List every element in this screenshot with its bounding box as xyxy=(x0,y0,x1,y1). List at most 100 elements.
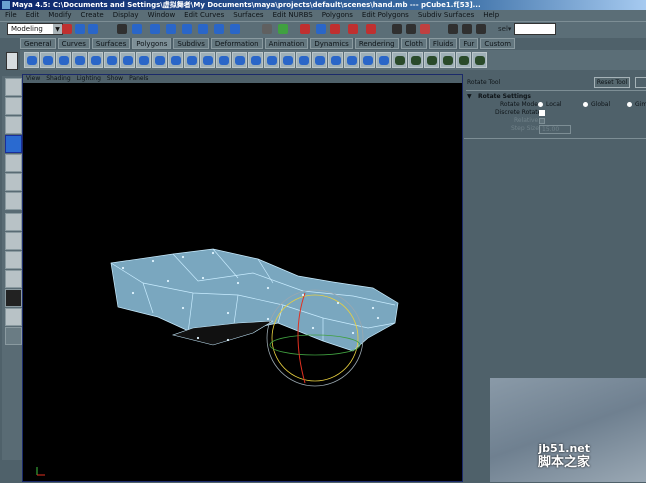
status-line-tool-icon[interactable] xyxy=(62,24,72,34)
shelf-polygon-tool-icon[interactable] xyxy=(440,52,455,68)
status-line-tool-icon[interactable] xyxy=(278,24,288,34)
four-view-layout-icon[interactable] xyxy=(5,232,22,250)
tab-dynamics[interactable]: Dynamics xyxy=(310,38,353,49)
last-tool-icon[interactable] xyxy=(5,192,22,210)
tab-general[interactable]: General xyxy=(20,38,56,49)
shelf-polygon-tool-icon[interactable] xyxy=(120,52,135,68)
status-line-tool-icon[interactable] xyxy=(330,24,340,34)
tab-polygons[interactable]: Polygons xyxy=(132,38,172,49)
manipulator-tool-icon[interactable] xyxy=(5,173,22,191)
status-line-tool-icon[interactable] xyxy=(230,24,240,34)
menu-edit-curves[interactable]: Edit Curves xyxy=(184,10,224,21)
outliner-layout-icon[interactable] xyxy=(5,251,22,269)
status-line-tool-icon[interactable] xyxy=(476,24,486,34)
tab-fur[interactable]: Fur xyxy=(459,38,479,49)
panel-menu-panels[interactable]: Panels xyxy=(129,75,148,83)
tab-rendering[interactable]: Rendering xyxy=(354,38,399,49)
discrete-rotate-checkbox[interactable] xyxy=(539,110,545,116)
shelf-polygon-tool-icon[interactable] xyxy=(344,52,359,68)
shelf-polygon-tool-icon[interactable] xyxy=(328,52,343,68)
selection-field-label[interactable]: sel▾ xyxy=(498,24,511,34)
status-line-tool-icon[interactable] xyxy=(88,24,98,34)
persp-graph-layout-icon[interactable] xyxy=(5,270,22,288)
shelf-polygon-tool-icon[interactable] xyxy=(40,52,55,68)
menu-edit[interactable]: Edit xyxy=(26,10,40,21)
single-perspective-layout-icon[interactable] xyxy=(5,213,22,231)
menu-help[interactable]: Help xyxy=(483,10,499,21)
shelf-polygon-tool-icon[interactable] xyxy=(296,52,311,68)
shelf-polygon-tool-icon[interactable] xyxy=(152,52,167,68)
tab-curves[interactable]: Curves xyxy=(57,38,90,49)
status-line-tool-icon[interactable] xyxy=(182,24,192,34)
shelf-polygon-tool-icon[interactable] xyxy=(472,52,487,68)
status-line-tool-icon[interactable] xyxy=(117,24,127,34)
collapse-arrow-icon[interactable]: ▼ xyxy=(467,93,472,101)
panel-menu-lighting[interactable]: Lighting xyxy=(77,75,101,83)
radio-global[interactable] xyxy=(583,102,588,107)
shelf-polygon-tool-icon[interactable] xyxy=(184,52,199,68)
status-line-tool-icon[interactable] xyxy=(462,24,472,34)
shelf-polygon-tool-icon[interactable] xyxy=(456,52,471,68)
status-line-tool-icon[interactable] xyxy=(366,24,376,34)
move-tool-icon[interactable] xyxy=(5,116,22,134)
panel-menu-shading[interactable]: Shading xyxy=(46,75,70,83)
status-line-tool-icon[interactable] xyxy=(420,24,430,34)
status-line-tool-icon[interactable] xyxy=(214,24,224,34)
status-line-tool-icon[interactable] xyxy=(132,24,142,34)
more-layouts-icon[interactable] xyxy=(5,327,22,345)
status-line-tool-icon[interactable] xyxy=(150,24,160,34)
shelf-menu-button[interactable] xyxy=(6,52,18,70)
menu-polygons[interactable]: Polygons xyxy=(322,10,353,21)
shelf-polygon-tool-icon[interactable] xyxy=(136,52,151,68)
status-line-tool-icon[interactable] xyxy=(300,24,310,34)
section-header[interactable]: Rotate Settings xyxy=(478,93,531,101)
relative-checkbox[interactable] xyxy=(539,118,545,124)
shelf-polygon-tool-icon[interactable] xyxy=(376,52,391,68)
tab-animation[interactable]: Animation xyxy=(264,38,309,49)
menu-window[interactable]: Window xyxy=(148,10,176,21)
shelf-polygon-tool-icon[interactable] xyxy=(200,52,215,68)
status-line-tool-icon[interactable] xyxy=(448,24,458,34)
tab-surfaces[interactable]: Surfaces xyxy=(91,38,131,49)
selection-input[interactable] xyxy=(514,23,556,35)
status-line-tool-icon[interactable] xyxy=(406,24,416,34)
menu-surfaces[interactable]: Surfaces xyxy=(233,10,263,21)
status-line-tool-icon[interactable] xyxy=(316,24,326,34)
status-line-tool-icon[interactable] xyxy=(262,24,272,34)
tab-deformation[interactable]: Deformation xyxy=(210,38,263,49)
tab-custom[interactable]: Custom xyxy=(480,38,516,49)
shelf-polygon-tool-icon[interactable] xyxy=(264,52,279,68)
mode-select[interactable]: Modeling ▼ xyxy=(7,23,63,35)
tab-cloth[interactable]: Cloth xyxy=(400,38,427,49)
shelf-polygon-tool-icon[interactable] xyxy=(24,52,39,68)
step-size-input[interactable]: 15.00 xyxy=(539,125,571,134)
shelf-polygon-tool-icon[interactable] xyxy=(248,52,263,68)
hypershade-layout-icon[interactable] xyxy=(5,289,22,307)
status-line-tool-icon[interactable] xyxy=(166,24,176,34)
shelf-polygon-tool-icon[interactable] xyxy=(88,52,103,68)
shelf-polygon-tool-icon[interactable] xyxy=(216,52,231,68)
shelf-polygon-tool-icon[interactable] xyxy=(104,52,119,68)
shelf-polygon-tool-icon[interactable] xyxy=(232,52,247,68)
shelf-polygon-tool-icon[interactable] xyxy=(280,52,295,68)
panel-menu-view[interactable]: View xyxy=(26,75,40,83)
status-line-tool-icon[interactable] xyxy=(75,24,85,34)
lasso-tool-icon[interactable] xyxy=(5,97,22,115)
panel-menu-show[interactable]: Show xyxy=(107,75,123,83)
menu-edit-nurbs[interactable]: Edit NURBS xyxy=(273,10,313,21)
shelf-polygon-tool-icon[interactable] xyxy=(56,52,71,68)
menu-edit-polygons[interactable]: Edit Polygons xyxy=(362,10,409,21)
shelf-polygon-tool-icon[interactable] xyxy=(424,52,439,68)
menu-subdiv-surfaces[interactable]: Subdiv Surfaces xyxy=(418,10,474,21)
perspective-viewport[interactable]: View Shading Lighting Show Panels xyxy=(22,74,463,482)
menu-modify[interactable]: Modify xyxy=(48,10,71,21)
reset-tool-button[interactable]: Reset Tool xyxy=(594,77,630,88)
tab-subdivs[interactable]: Subdivs xyxy=(173,38,209,49)
status-line-tool-icon[interactable] xyxy=(198,24,208,34)
status-line-tool-icon[interactable] xyxy=(392,24,402,34)
shelf-polygon-tool-icon[interactable] xyxy=(72,52,87,68)
rotate-tool-icon[interactable] xyxy=(5,135,22,153)
radio-gimbal[interactable] xyxy=(627,102,632,107)
shelf-polygon-tool-icon[interactable] xyxy=(408,52,423,68)
shelf-polygon-tool-icon[interactable] xyxy=(312,52,327,68)
